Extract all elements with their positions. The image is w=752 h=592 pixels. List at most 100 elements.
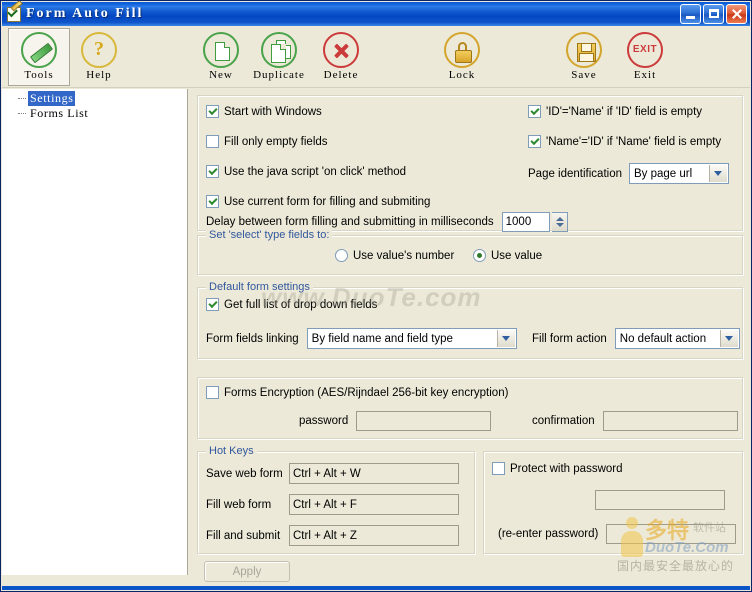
sidebar-item-label-forms-list: Forms List	[30, 106, 89, 120]
toolbar-button-help[interactable]: Help	[68, 28, 130, 86]
encryption-password-input[interactable]	[356, 411, 492, 431]
application-window: Form Auto Fill Tools Help New Duplic	[0, 0, 752, 592]
page-identification-row: Page identification By page url	[528, 163, 729, 184]
encryption-confirmation-label: confirmation	[532, 415, 595, 427]
checkbox-box[interactable]	[492, 462, 505, 475]
checkbox-box[interactable]	[206, 298, 219, 311]
sidebar-item-settings[interactable]: Settings	[10, 91, 187, 106]
checkbox-label: 'Name'='ID' if 'Name' field is empty	[546, 135, 722, 148]
hotkey-input-fill-web-form[interactable]: Ctrl + Alt + F	[289, 494, 459, 515]
page-icon	[203, 32, 239, 68]
window-controls	[680, 4, 750, 24]
encryption-confirmation-row: confirmation	[532, 411, 738, 431]
page-identification-value: By page url	[633, 167, 693, 180]
page-identification-select[interactable]: By page url	[628, 163, 729, 184]
copy-icon	[261, 32, 297, 68]
settings-panel: Start with Windows Fill only empty field…	[189, 89, 750, 575]
encryption-password-row: password	[299, 411, 492, 431]
delay-stepper[interactable]	[551, 212, 568, 232]
delay-input[interactable]: 1000	[501, 212, 550, 232]
checkbox-id-equals-name[interactable]: 'ID'='Name' if 'ID' field is empty	[528, 105, 702, 118]
checkbox-label: Get full list of drop down fields	[224, 298, 378, 311]
toolbar-button-tools[interactable]: Tools	[8, 28, 70, 86]
pencil-icon	[21, 32, 57, 68]
hotkey-value: Ctrl + Alt + Z	[293, 529, 357, 542]
encryption-confirmation-input[interactable]	[602, 411, 738, 431]
radio-circle[interactable]	[335, 249, 348, 262]
hotkey-input-save-web-form[interactable]: Ctrl + Alt + W	[289, 463, 459, 484]
checkbox-box[interactable]	[206, 105, 219, 118]
x-circle-icon	[323, 32, 359, 68]
toolbar-label-duplicate: Duplicate	[253, 69, 305, 81]
radio-use-values-number[interactable]: Use value's number	[335, 249, 454, 262]
toolbar-label-save: Save	[571, 69, 597, 81]
sidebar-tree[interactable]: Settings Forms List	[2, 89, 188, 575]
delay-label: Delay between form filling and submittin…	[206, 216, 494, 228]
checkbox-box[interactable]	[206, 135, 219, 148]
lock-icon	[444, 32, 480, 68]
toolbar-label-lock: Lock	[448, 69, 476, 81]
toolbar: Tools Help New Duplicate Delete	[2, 26, 750, 88]
stepper-down-icon[interactable]	[555, 223, 564, 227]
checkbox-protect-with-password[interactable]: Protect with password	[492, 462, 623, 475]
protect-reenter-input[interactable]	[606, 524, 737, 544]
radio-circle[interactable]	[473, 249, 486, 262]
select-fields-group: Set 'select' type fields to: Use value's…	[197, 229, 743, 275]
protect-password-group: Protect with password (re-enter password…	[483, 451, 743, 554]
checkbox-java-script-on-click[interactable]: Use the java script 'on click' method	[206, 165, 406, 178]
checkbox-name-equals-id[interactable]: 'Name'='ID' if 'Name' field is empty	[528, 135, 721, 148]
checkbox-get-full-list[interactable]: Get full list of drop down fields	[206, 298, 377, 311]
hot-keys-caption: Hot Keys	[206, 445, 257, 457]
checkbox-use-current-form[interactable]: Use current form for filling and submiti…	[206, 195, 430, 208]
checkbox-box[interactable]	[206, 165, 219, 178]
fill-form-action-value: No default action	[619, 332, 707, 345]
form-fields-linking-value: By field name and field type	[311, 332, 453, 345]
toolbar-button-duplicate[interactable]: Duplicate	[248, 28, 310, 86]
checkbox-box[interactable]	[528, 135, 541, 148]
chevron-down-icon[interactable]	[496, 330, 515, 347]
page-identification-label: Page identification	[528, 167, 622, 180]
checkbox-box[interactable]	[206, 386, 219, 399]
window-title: Form Auto Fill	[26, 6, 144, 21]
chevron-down-icon[interactable]	[708, 165, 727, 182]
toolbar-button-new[interactable]: New	[190, 28, 252, 86]
checkbox-label: 'ID'='Name' if 'ID' field is empty	[546, 105, 703, 118]
protect-password-input[interactable]	[595, 490, 725, 510]
apply-button[interactable]: Apply	[204, 561, 290, 582]
delay-value: 1000	[505, 216, 532, 228]
form-fields-linking-label: Form fields linking	[206, 332, 299, 345]
checkbox-forms-encryption[interactable]: Forms Encryption (AES/Rijndael 256-bit k…	[206, 386, 508, 399]
maximize-button[interactable]	[703, 4, 724, 24]
close-button[interactable]	[726, 4, 747, 24]
radio-use-value[interactable]: Use value	[473, 249, 542, 262]
fill-form-action-label: Fill form action	[532, 332, 607, 345]
hotkey-input-fill-and-submit[interactable]: Ctrl + Alt + Z	[289, 525, 459, 546]
checkbox-start-with-windows[interactable]: Start with Windows	[206, 105, 322, 118]
minimize-button[interactable]	[680, 4, 701, 24]
hotkey-row-fill-web-form: Fill web form Ctrl + Alt + F	[206, 494, 459, 515]
stepper-up-icon[interactable]	[555, 217, 564, 221]
sidebar-item-forms-list[interactable]: Forms List	[10, 106, 187, 121]
exit-icon	[627, 32, 663, 68]
hotkey-label: Save web form	[206, 467, 283, 480]
toolbar-button-delete[interactable]: Delete	[310, 28, 372, 86]
chevron-down-icon[interactable]	[719, 330, 738, 347]
hotkey-value: Ctrl + Alt + F	[293, 498, 357, 511]
title-bar: Form Auto Fill	[2, 1, 750, 26]
question-icon	[81, 32, 117, 68]
toolbar-button-exit[interactable]: Exit	[614, 28, 676, 86]
toolbar-label-tools: Tools	[24, 69, 54, 81]
toolbar-button-save[interactable]: Save	[553, 28, 615, 86]
form-fields-linking-select[interactable]: By field name and field type	[306, 328, 517, 349]
checkbox-fill-only-empty-fields[interactable]: Fill only empty fields	[206, 135, 328, 148]
checkbox-label: Fill only empty fields	[224, 135, 328, 148]
hotkey-row-save-web-form: Save web form Ctrl + Alt + W	[206, 463, 459, 484]
toolbar-button-lock[interactable]: Lock	[431, 28, 493, 86]
checkbox-box[interactable]	[206, 195, 219, 208]
fill-form-action-select[interactable]: No default action	[614, 328, 740, 349]
checkbox-box[interactable]	[528, 105, 541, 118]
hotkey-label: Fill and submit	[206, 529, 281, 542]
form-checkmark-icon	[6, 1, 23, 22]
hot-keys-group: Hot Keys Save web form Ctrl + Alt + W Fi…	[197, 445, 475, 554]
protect-reenter-row: (re-enter password)	[498, 524, 737, 544]
